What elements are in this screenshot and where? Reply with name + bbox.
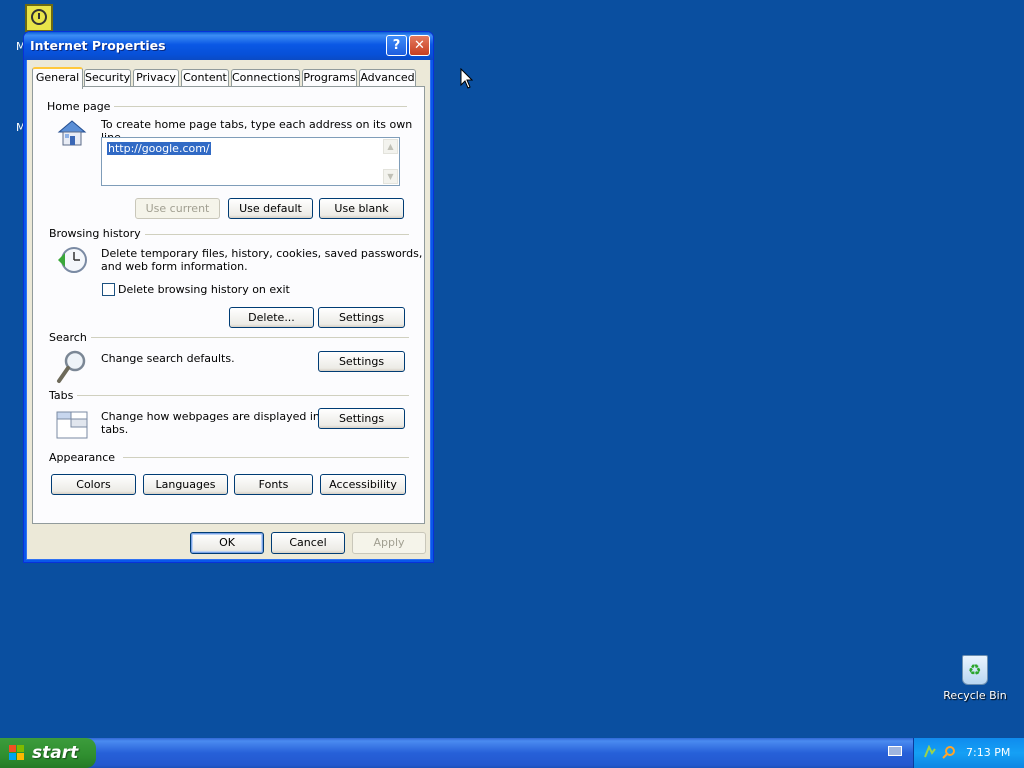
group-divider xyxy=(133,234,409,235)
tab-advanced[interactable]: Advanced xyxy=(359,69,416,87)
tabs-window-icon xyxy=(56,411,88,439)
browsing-history-description-line2: and web form information. xyxy=(101,260,248,273)
search-magnifier-icon xyxy=(57,350,86,383)
desktop-shortcut-icon[interactable] xyxy=(25,4,53,32)
group-divider xyxy=(123,457,409,458)
history-clock-icon xyxy=(58,247,87,273)
search-settings-button[interactable]: Settings xyxy=(318,351,405,372)
title-bar[interactable]: Internet Properties ? ✕ xyxy=(24,32,433,60)
windows-logo-icon xyxy=(9,745,25,761)
system-tray: 7:13 PM xyxy=(913,738,1024,768)
ok-button[interactable]: OK xyxy=(190,532,264,554)
close-button[interactable]: ✕ xyxy=(409,35,430,56)
home-page-url-value: http://google.com/ xyxy=(107,142,211,155)
window-title: Internet Properties xyxy=(30,38,166,53)
home-page-url-field[interactable]: http://google.com/ ▲ ▼ xyxy=(101,137,400,186)
tabs-description-line2: tabs. xyxy=(101,423,129,436)
search-description: Change search defaults. xyxy=(101,352,235,365)
scroll-up-icon[interactable]: ▲ xyxy=(383,139,398,154)
tab-connections[interactable]: Connections xyxy=(231,69,300,87)
keyboard-icon[interactable] xyxy=(888,746,902,756)
search-group-label: Search xyxy=(49,331,91,344)
delete-on-exit-label[interactable]: Delete browsing history on exit xyxy=(118,283,290,296)
group-divider xyxy=(77,395,409,396)
network-tray-icon[interactable] xyxy=(923,745,937,759)
mouse-cursor-icon xyxy=(460,68,473,89)
delete-on-exit-checkbox[interactable] xyxy=(102,283,115,296)
taskbar: start 7:13 PM xyxy=(0,738,1024,768)
accessibility-button[interactable]: Accessibility xyxy=(320,474,406,495)
tab-general[interactable]: General xyxy=(32,67,83,89)
general-tab-panel: Home page To create home page tabs, type… xyxy=(32,86,425,524)
tab-security[interactable]: Security xyxy=(84,69,131,87)
tab-content[interactable]: Content xyxy=(181,69,229,87)
cancel-button[interactable]: Cancel xyxy=(271,532,345,554)
tab-privacy[interactable]: Privacy xyxy=(133,69,179,87)
home-page-group-label: Home page xyxy=(47,100,115,113)
start-button[interactable]: start xyxy=(0,738,96,768)
help-button[interactable]: ? xyxy=(386,35,407,56)
use-default-button[interactable]: Use default xyxy=(228,198,313,219)
group-divider xyxy=(87,337,409,338)
recycle-bin[interactable]: Recycle Bin xyxy=(940,655,1010,702)
use-blank-button[interactable]: Use blank xyxy=(319,198,404,219)
fonts-button[interactable]: Fonts xyxy=(234,474,313,495)
tab-programs[interactable]: Programs xyxy=(302,69,357,87)
browsing-history-description-line1: Delete temporary files, history, cookies… xyxy=(101,247,423,260)
colors-button[interactable]: Colors xyxy=(51,474,136,495)
delete-history-button[interactable]: Delete... xyxy=(229,307,314,328)
tabs-group-label: Tabs xyxy=(49,389,78,402)
internet-properties-dialog: Internet Properties ? ✕ General Security… xyxy=(23,31,434,563)
tabs-description-line1: Change how webpages are displayed in xyxy=(101,410,320,423)
start-label: start xyxy=(32,743,79,763)
appearance-group-label: Appearance xyxy=(49,451,120,464)
apply-button[interactable]: Apply xyxy=(352,532,426,554)
scroll-down-icon[interactable]: ▼ xyxy=(383,169,398,184)
recycle-bin-icon xyxy=(962,655,988,685)
taskbar-clock[interactable]: 7:13 PM xyxy=(966,746,1010,759)
use-current-button[interactable]: Use current xyxy=(135,198,220,219)
history-settings-button[interactable]: Settings xyxy=(318,307,405,328)
browsing-history-group-label: Browsing history xyxy=(49,227,145,240)
search-tray-icon[interactable] xyxy=(942,745,956,759)
home-icon xyxy=(57,120,87,146)
languages-button[interactable]: Languages xyxy=(143,474,228,495)
tabs-settings-button[interactable]: Settings xyxy=(318,408,405,429)
group-divider xyxy=(107,106,407,107)
recycle-bin-label: Recycle Bin xyxy=(943,689,1007,702)
